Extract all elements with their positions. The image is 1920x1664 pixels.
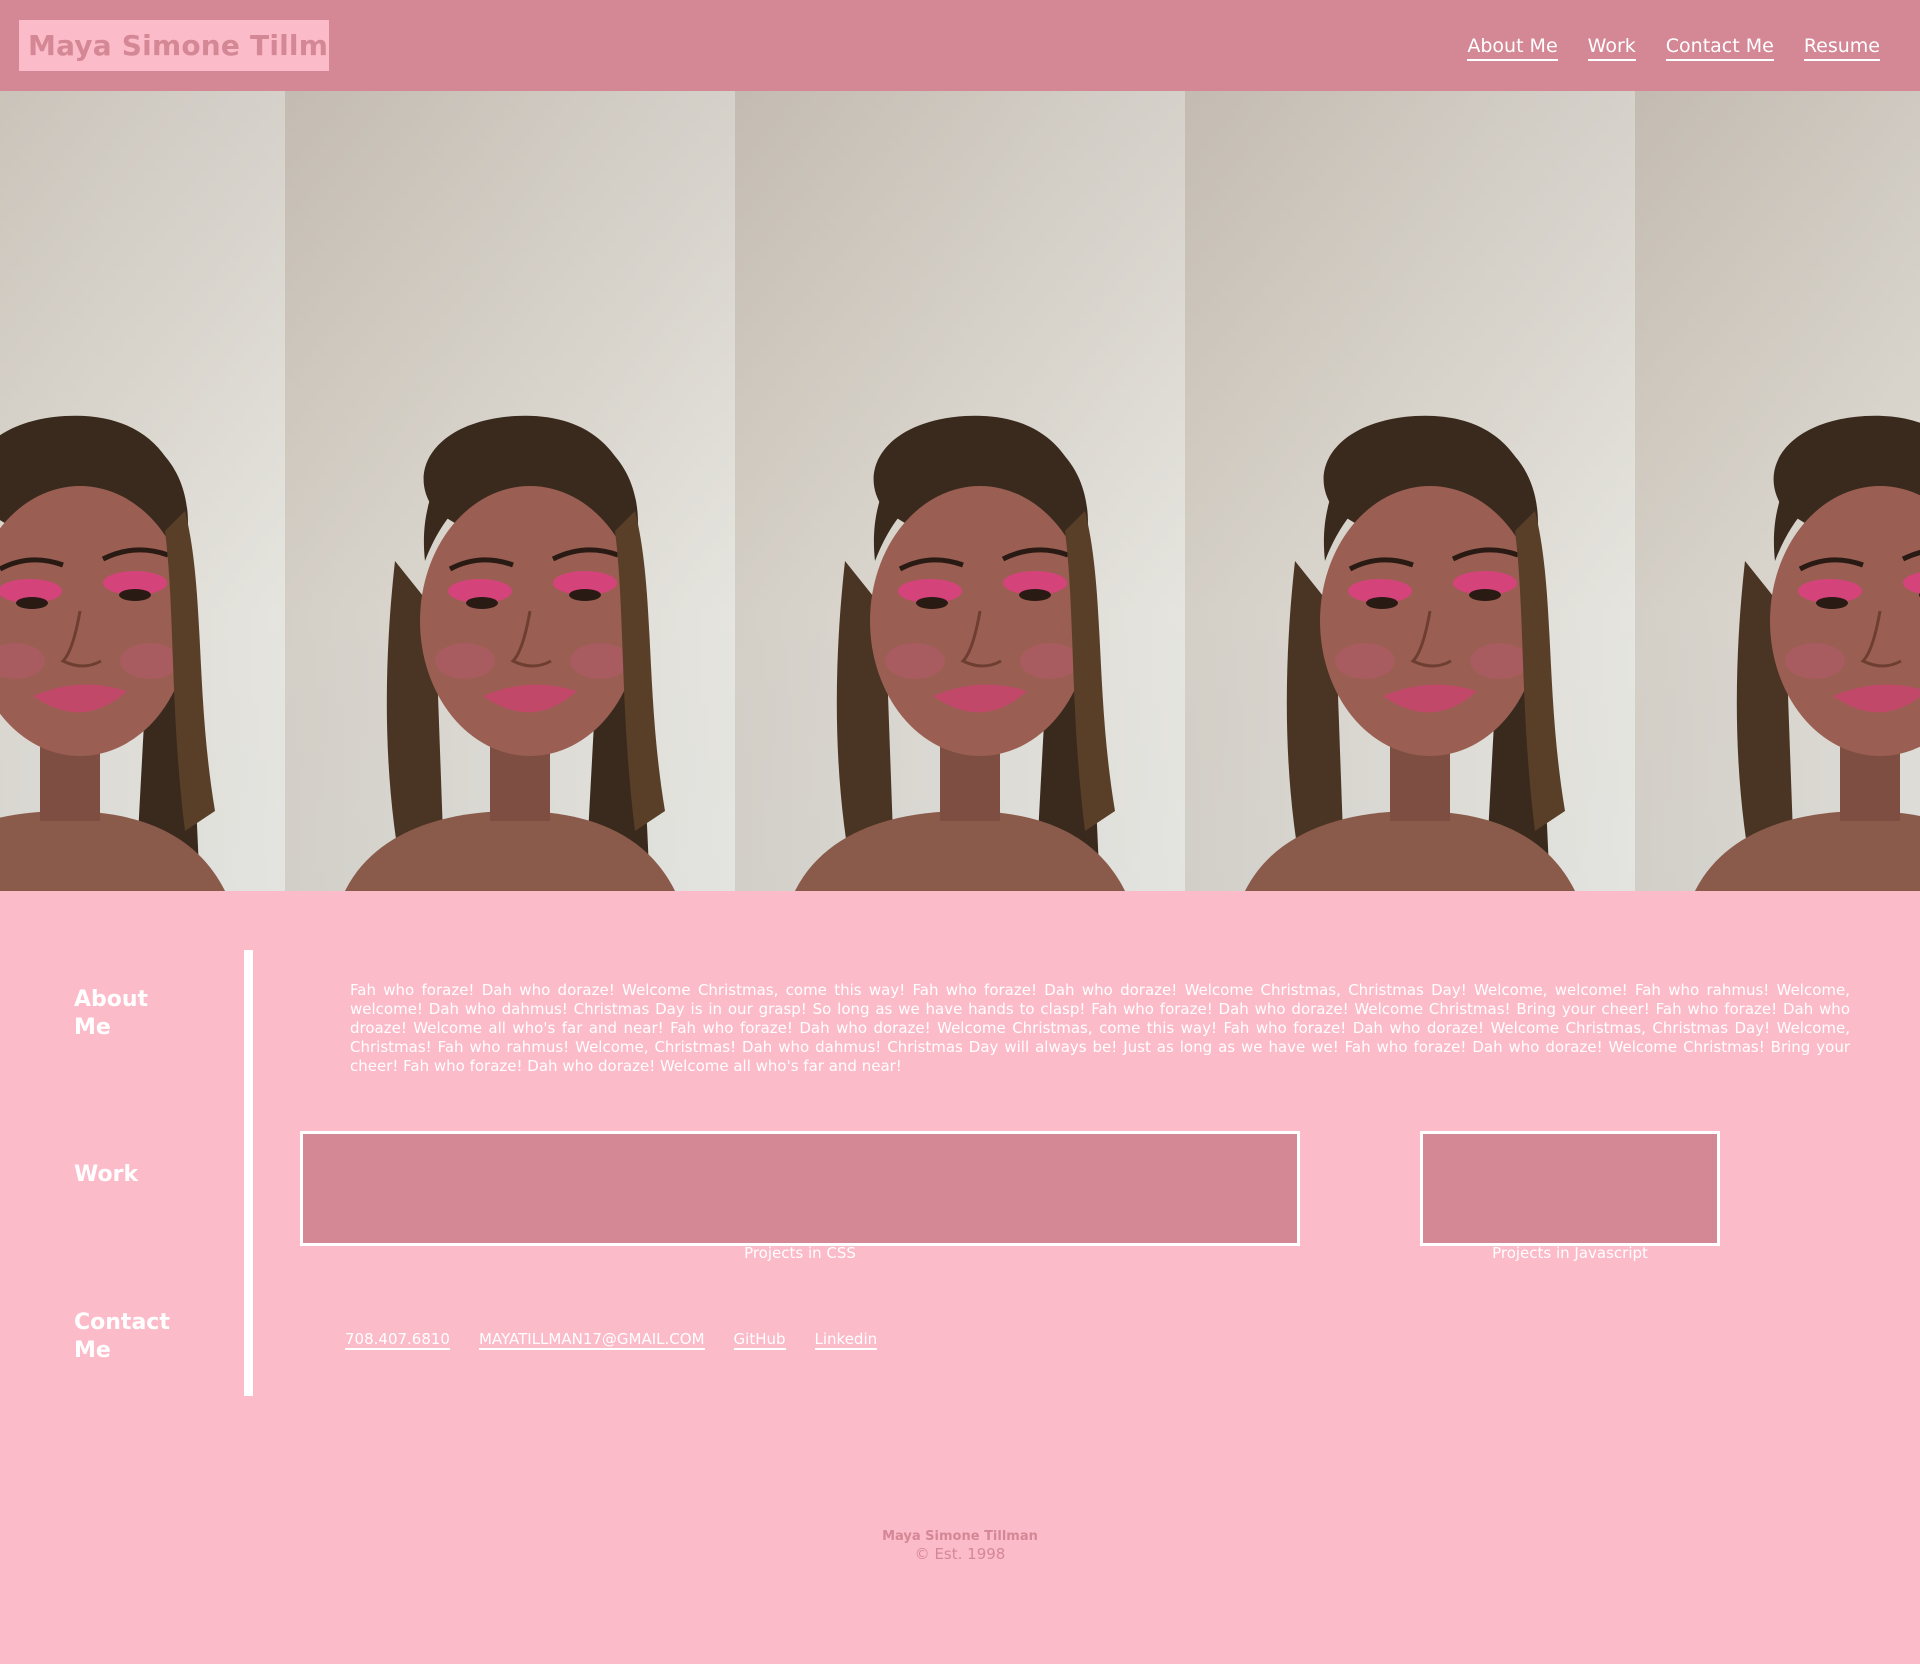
- nav-link-resume[interactable]: Resume: [1803, 34, 1880, 61]
- portrait-illustration: [285, 91, 735, 891]
- hero-photo-strip: [0, 91, 1920, 891]
- nav-link-contact[interactable]: Contact Me: [1665, 34, 1774, 61]
- nav-link-work[interactable]: Work: [1587, 34, 1636, 61]
- main-nav: About Me Work Contact Me Resume: [1467, 34, 1880, 61]
- hero-portrait-image: [0, 91, 285, 891]
- project-caption-css: Projects in CSS: [744, 1244, 856, 1262]
- contact-links: 708.407.6810 MAYATILLMAN17@GMAIL.COM Git…: [345, 1330, 878, 1350]
- portrait-illustration: [1185, 91, 1635, 891]
- project-card-javascript[interactable]: [1420, 1131, 1720, 1246]
- footer-name: Maya Simone Tillman: [882, 1529, 1038, 1544]
- hero-portrait-image: [1635, 91, 1920, 891]
- site-name[interactable]: Maya Simone Tillman: [19, 20, 367, 71]
- site-header: Maya Simone Tillman About Me Work Contac…: [0, 0, 1920, 91]
- about-paragraph: Fah who foraze! Dah who doraze! Welcome …: [350, 981, 1850, 1075]
- site-footer: Maya Simone Tillman © Est. 1998: [0, 1528, 1920, 1563]
- nav-link-about[interactable]: About Me: [1467, 34, 1558, 61]
- portrait-illustration: [0, 91, 285, 891]
- section-label-contact: Contact Me: [74, 1310, 170, 1363]
- section-divider: [244, 950, 253, 1396]
- section-label-about: About Me: [74, 987, 149, 1040]
- footer-established: © Est. 1998: [914, 1545, 1006, 1563]
- project-card-css[interactable]: [300, 1131, 1300, 1246]
- hero-portrait-image: [285, 91, 735, 891]
- hero-portrait-image: [1185, 91, 1635, 891]
- hero-portrait-image: [735, 91, 1185, 891]
- portrait-illustration: [1635, 91, 1920, 891]
- contact-linkedin-link[interactable]: Linkedin: [814, 1330, 878, 1350]
- section-label-work: Work: [74, 1162, 139, 1187]
- project-caption-javascript: Projects in Javascript: [1492, 1244, 1648, 1262]
- contact-email-link[interactable]: MAYATILLMAN17@GMAIL.COM: [478, 1330, 705, 1350]
- portrait-illustration: [735, 91, 1185, 891]
- contact-phone-link[interactable]: 708.407.6810: [345, 1330, 450, 1350]
- contact-github-link[interactable]: GitHub: [733, 1330, 786, 1350]
